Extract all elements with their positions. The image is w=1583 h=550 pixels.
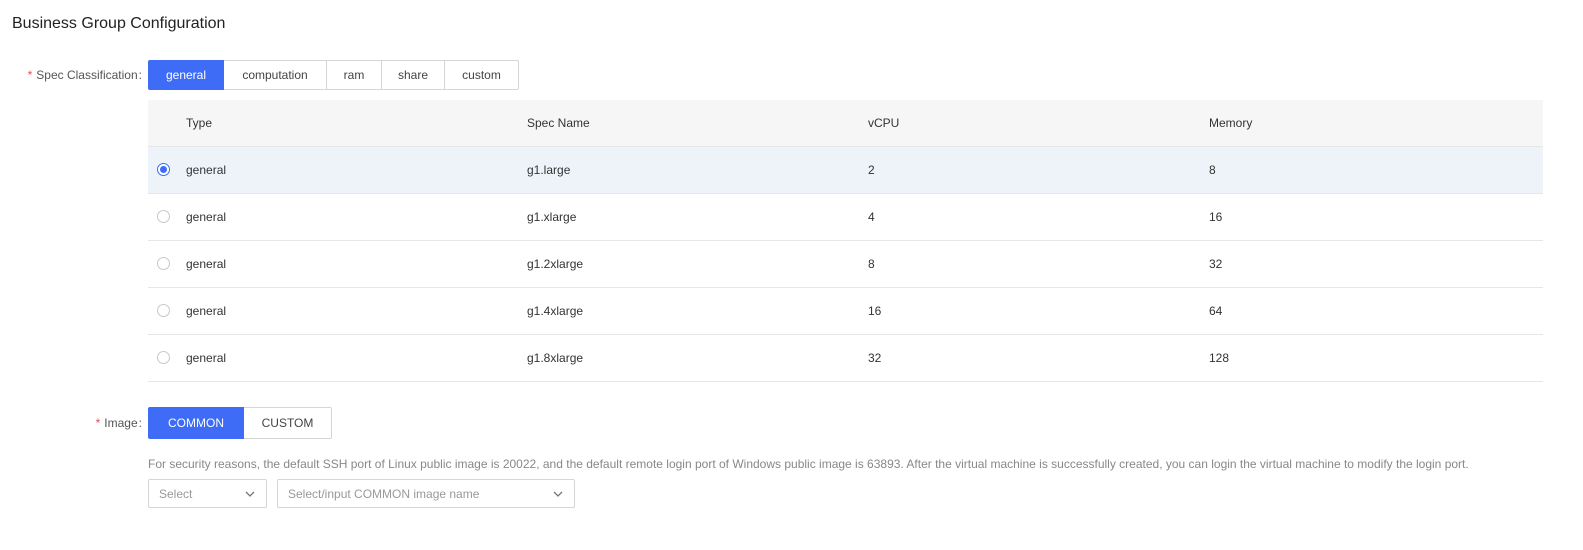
cell-type: general xyxy=(186,287,527,335)
tab-general[interactable]: general xyxy=(148,60,224,90)
header-vcpu: vCPU xyxy=(868,100,1209,147)
tab-computation[interactable]: computation xyxy=(224,60,327,90)
tab-ram[interactable]: ram xyxy=(327,60,382,90)
image-name-select[interactable]: Select/input COMMON image name xyxy=(277,479,575,508)
tab-share[interactable]: share xyxy=(382,60,445,90)
table-row[interactable]: general g1.8xlarge 32 128 xyxy=(148,334,1543,382)
label-colon: : xyxy=(138,68,142,82)
header-memory: Memory xyxy=(1209,100,1543,147)
cell-type: general xyxy=(186,193,527,241)
spec-table: Type Spec Name vCPU Memory general g1.la… xyxy=(148,100,1543,382)
table-row[interactable]: general g1.2xlarge 8 32 xyxy=(148,240,1543,288)
cell-memory: 16 xyxy=(1209,193,1543,241)
cell-vcpu: 32 xyxy=(868,334,1209,382)
label-colon: : xyxy=(138,416,142,430)
cell-spec-name: g1.2xlarge xyxy=(527,240,868,288)
radio-button[interactable] xyxy=(157,257,170,270)
cell-type: general xyxy=(186,240,527,288)
row-radio-cell xyxy=(148,146,186,194)
row-radio-cell xyxy=(148,287,186,335)
spec-classification-row: * Spec Classification : general computat… xyxy=(0,60,519,90)
os-select[interactable]: Select xyxy=(148,479,267,508)
table-header-row: Type Spec Name vCPU Memory xyxy=(148,100,1543,147)
row-radio-cell xyxy=(148,240,186,288)
required-mark: * xyxy=(27,68,33,82)
radio-button[interactable] xyxy=(157,351,170,364)
radio-button-checked[interactable] xyxy=(157,163,170,176)
cell-memory: 64 xyxy=(1209,287,1543,335)
cell-memory: 32 xyxy=(1209,240,1543,288)
image-tabs: COMMON CUSTOM xyxy=(148,407,332,439)
header-radio xyxy=(148,100,186,147)
image-row: * Image : COMMON CUSTOM xyxy=(0,407,332,439)
image-label: * Image : xyxy=(0,416,148,430)
cell-vcpu: 16 xyxy=(868,287,1209,335)
cell-memory: 8 xyxy=(1209,146,1543,194)
os-select-placeholder: Select xyxy=(159,486,193,501)
tab-custom[interactable]: custom xyxy=(445,60,519,90)
cell-type: general xyxy=(186,146,527,194)
tab-custom-image[interactable]: CUSTOM xyxy=(244,407,332,439)
security-hint: For security reasons, the default SSH po… xyxy=(148,457,1469,471)
radio-button[interactable] xyxy=(157,210,170,223)
cell-type: general xyxy=(186,334,527,382)
radio-button[interactable] xyxy=(157,304,170,317)
cell-vcpu: 8 xyxy=(868,240,1209,288)
table-row[interactable]: general g1.xlarge 4 16 xyxy=(148,193,1543,241)
cell-spec-name: g1.xlarge xyxy=(527,193,868,241)
chevron-down-icon xyxy=(245,491,255,497)
table-row[interactable]: general g1.large 2 8 xyxy=(148,146,1543,194)
cell-spec-name: g1.4xlarge xyxy=(527,287,868,335)
page-title: Business Group Configuration xyxy=(12,15,226,32)
page: Business Group Configuration * Spec Clas… xyxy=(0,0,1583,550)
cell-vcpu: 4 xyxy=(868,193,1209,241)
spec-classification-label-text: Spec Classification xyxy=(36,68,138,82)
image-name-select-placeholder: Select/input COMMON image name xyxy=(288,486,480,501)
cell-spec-name: g1.large xyxy=(527,146,868,194)
tab-common[interactable]: COMMON xyxy=(148,407,244,439)
header-spec-name: Spec Name xyxy=(527,100,868,147)
cell-vcpu: 2 xyxy=(868,146,1209,194)
row-radio-cell xyxy=(148,334,186,382)
spec-classification-label: * Spec Classification : xyxy=(0,68,148,82)
chevron-down-icon xyxy=(553,491,563,497)
required-mark: * xyxy=(95,416,101,430)
image-label-text: Image xyxy=(104,416,138,430)
cell-spec-name: g1.8xlarge xyxy=(527,334,868,382)
header-type: Type xyxy=(186,100,527,147)
spec-classification-tabs: general computation ram share custom xyxy=(148,60,519,90)
cell-memory: 128 xyxy=(1209,334,1543,382)
row-radio-cell xyxy=(148,193,186,241)
table-row[interactable]: general g1.4xlarge 16 64 xyxy=(148,287,1543,335)
